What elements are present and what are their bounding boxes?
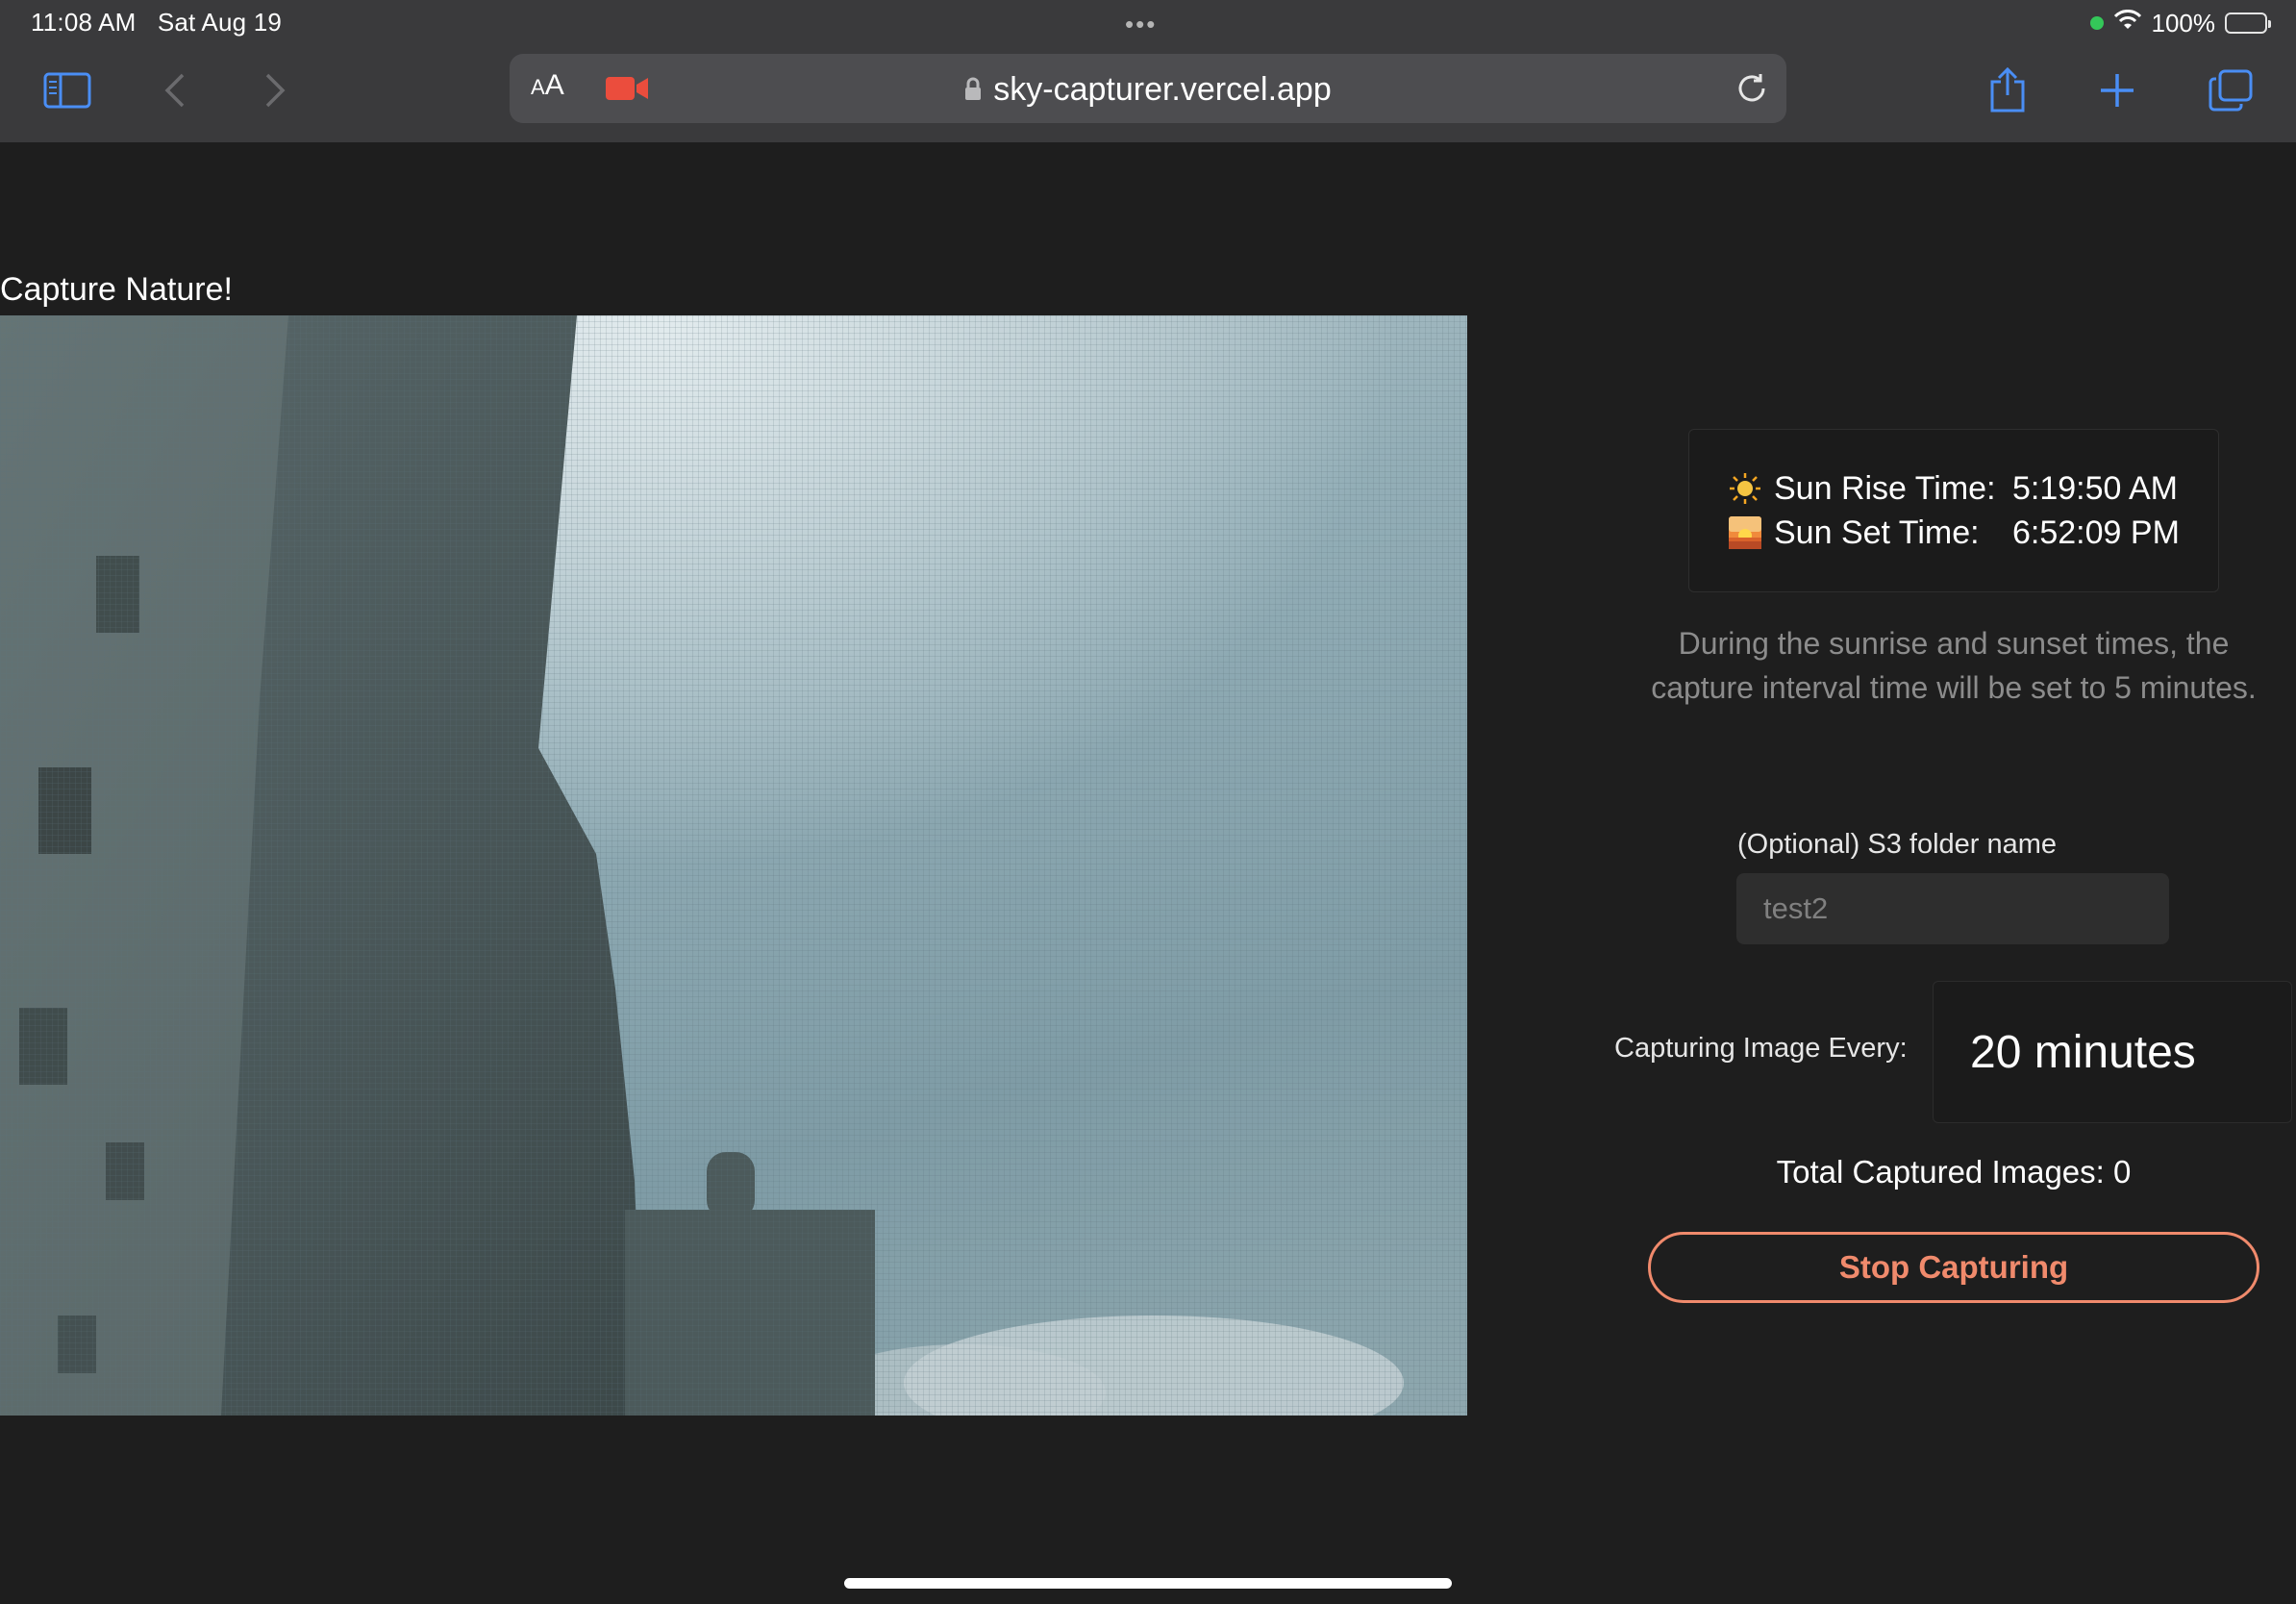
reload-icon[interactable] — [1734, 71, 1769, 111]
status-datetime: 11:08 AM Sat Aug 19 — [31, 8, 282, 38]
forward-chevron-icon[interactable] — [246, 65, 304, 115]
browser-toolbar: AA sky-capturer.vercel.app — [0, 46, 2296, 142]
sun-icon — [1728, 471, 1762, 506]
battery-icon — [2225, 13, 2271, 34]
status-bar: 11:08 AM Sat Aug 19 ••• 100% — [0, 0, 2296, 46]
page-title: Capture Nature! — [0, 271, 233, 308]
camera-preview — [0, 315, 1467, 1416]
share-icon[interactable] — [1979, 65, 2036, 115]
sunrise-label: Sun Rise Time: — [1774, 469, 1996, 507]
sunrise-value: 5:19:50 AM — [2012, 469, 2179, 507]
sunset-label: Sun Set Time: — [1774, 514, 1980, 551]
new-tab-plus-icon[interactable] — [2088, 65, 2146, 115]
interval-select[interactable]: 20 minutes — [1933, 981, 2292, 1123]
sunset-row: Sun Set Time: 6:52:09 PM — [1728, 511, 2218, 555]
sidebar-toggle-icon[interactable] — [38, 65, 96, 115]
url-text: sky-capturer.vercel.app — [993, 71, 1332, 108]
camera-in-use-dot-icon — [2089, 16, 2104, 30]
stop-capturing-button[interactable]: Stop Capturing — [1648, 1232, 2259, 1303]
wifi-icon — [2113, 9, 2142, 38]
back-chevron-icon[interactable] — [146, 65, 204, 115]
total-captured-count: Total Captured Images: 0 — [1776, 1154, 2132, 1190]
url-display[interactable]: sky-capturer.vercel.app — [510, 71, 1786, 111]
sun-times-card: Sun Rise Time: 5:19:50 AM Sun Set Time: … — [1688, 429, 2219, 592]
folder-name-input[interactable] — [1736, 873, 2169, 944]
status-indicators: 100% — [2089, 8, 2271, 38]
multitasking-dots-icon[interactable]: ••• — [1125, 10, 1157, 39]
address-bar[interactable]: AA sky-capturer.vercel.app — [510, 54, 1786, 123]
capture-interval-note: During the sunrise and sunset times, the… — [1651, 626, 2257, 705]
lock-icon — [964, 73, 982, 111]
folder-name-label: (Optional) S3 folder name — [1737, 829, 2058, 860]
home-indicator[interactable] — [844, 1578, 1452, 1589]
sunset-value: 6:52:09 PM — [2012, 514, 2180, 551]
status-time: 11:08 AM — [31, 8, 137, 37]
sunset-icon — [1728, 515, 1762, 550]
interval-label: Capturing Image Every: — [1614, 1033, 1908, 1064]
tabs-overview-icon[interactable] — [2202, 65, 2259, 115]
sunrise-row: Sun Rise Time: 5:19:50 AM — [1728, 466, 2218, 511]
status-date: Sat Aug 19 — [157, 8, 283, 37]
battery-percentage: 100% — [2151, 8, 2216, 38]
